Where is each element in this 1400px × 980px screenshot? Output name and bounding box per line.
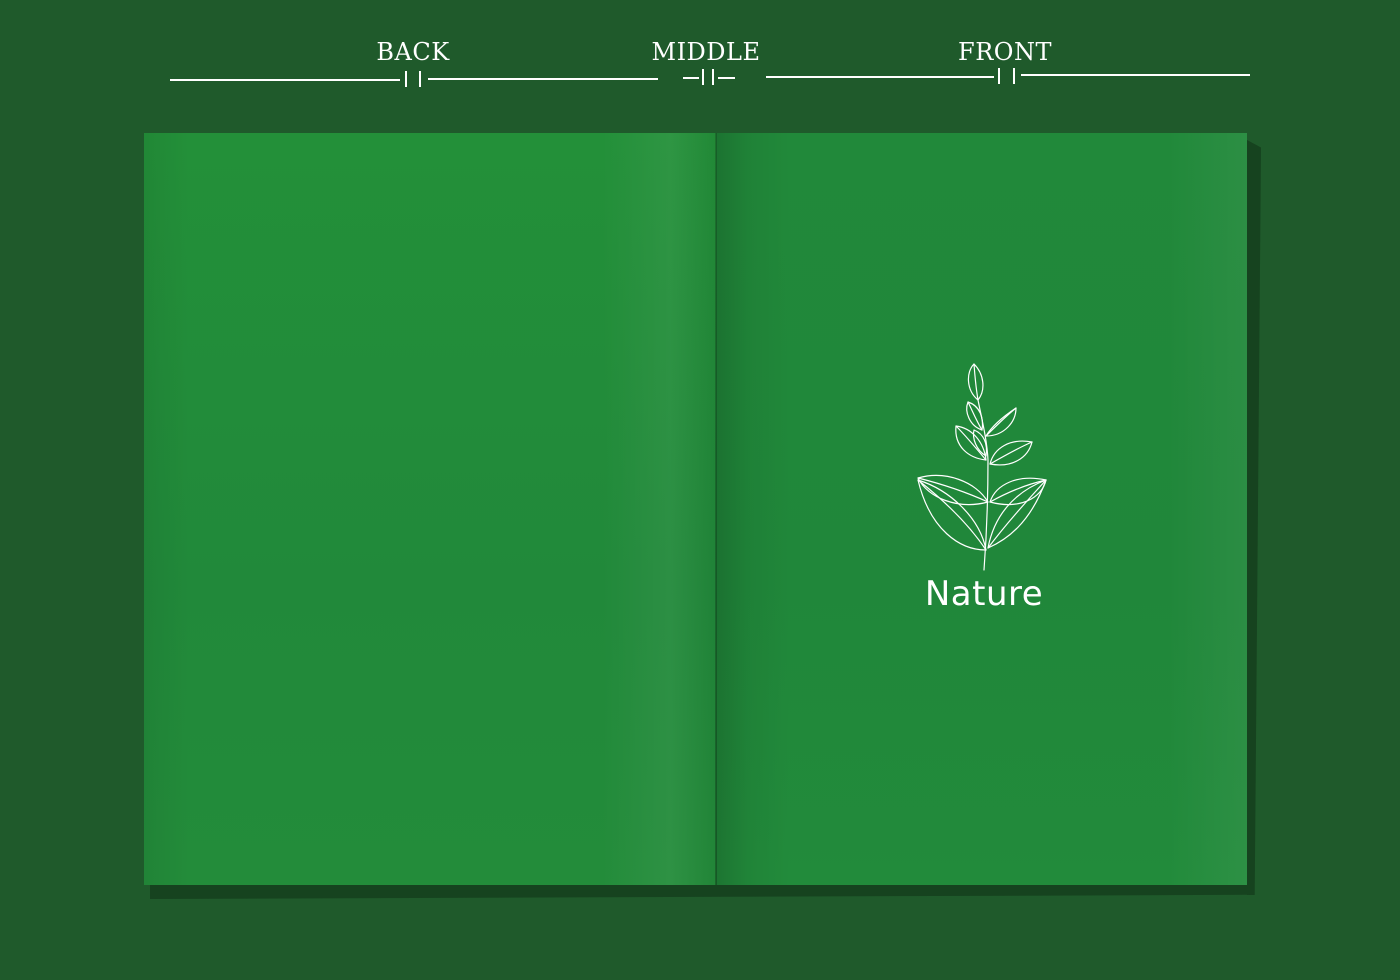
back-label: BACK bbox=[376, 38, 450, 66]
front-tick-right bbox=[1013, 68, 1015, 84]
spine-fold bbox=[715, 133, 717, 885]
book-shadow-bottom bbox=[150, 885, 1250, 899]
leaf-branch-icon bbox=[917, 363, 1047, 571]
middle-tick-right bbox=[712, 69, 714, 85]
back-rule-left bbox=[170, 79, 400, 81]
back-tick-right bbox=[419, 71, 421, 87]
front-tick-left bbox=[998, 68, 1000, 84]
back-rule-right bbox=[428, 78, 658, 80]
brand-name: Nature bbox=[924, 574, 1044, 614]
front-label: FRONT bbox=[958, 38, 1052, 66]
middle-rule-right bbox=[718, 77, 735, 79]
middle-tick-left bbox=[702, 69, 704, 85]
front-rule-left bbox=[766, 76, 994, 78]
book-shadow-right bbox=[1247, 140, 1261, 895]
back-cover-page bbox=[144, 133, 716, 885]
front-rule-right bbox=[1021, 74, 1250, 76]
back-tick-left bbox=[405, 71, 407, 87]
middle-rule-left bbox=[683, 77, 699, 79]
middle-label: MIDDLE bbox=[651, 38, 761, 66]
book-cover-mockup: BACK MIDDLE FRONT Nature bbox=[0, 0, 1400, 980]
